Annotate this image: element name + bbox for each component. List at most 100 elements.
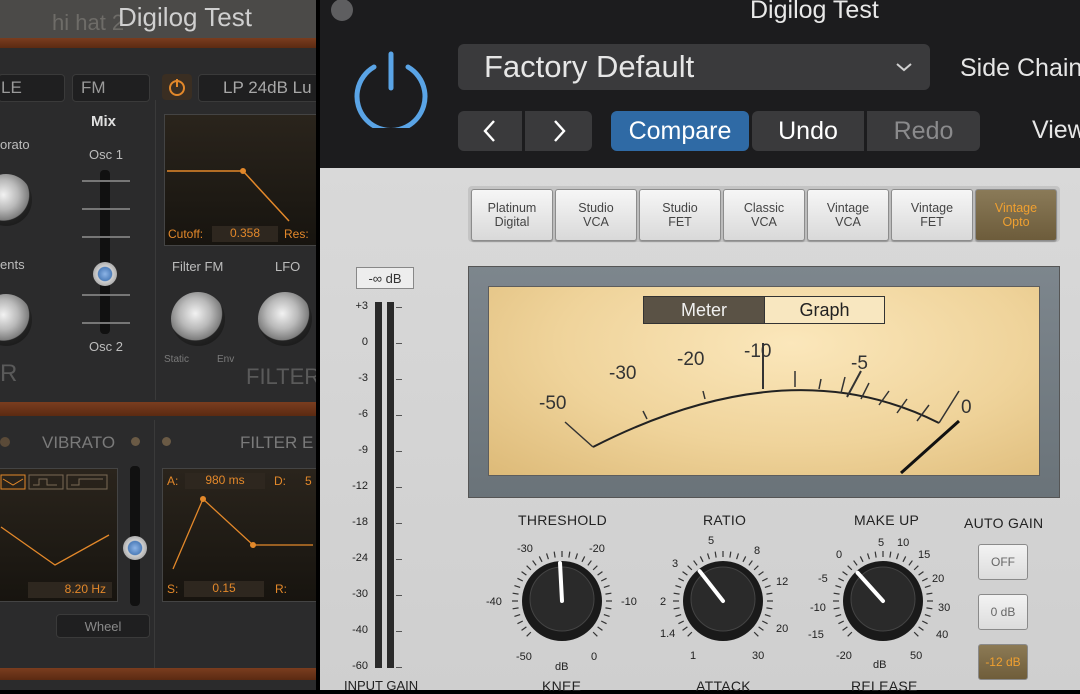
vibrato-rate-value[interactable]: 8.20 Hz	[28, 582, 112, 598]
auto-gain-off-button[interactable]: OFF	[978, 544, 1028, 580]
model-button[interactable]: Classic VCA	[723, 189, 805, 241]
mix-label: Mix	[91, 113, 117, 130]
next-preset-button[interactable]	[525, 111, 592, 151]
knob-scale-label: 50	[910, 650, 923, 662]
knob-scale-label: -50	[516, 651, 532, 663]
threshold-knob-tick	[514, 614, 521, 618]
threshold-knob-tick	[605, 607, 612, 610]
input-meter-tick	[396, 379, 402, 380]
model-button[interactable]: Vintage VCA	[807, 189, 889, 241]
knob-scale-label: 40	[936, 629, 949, 641]
tab-fm[interactable]: FM	[72, 74, 150, 102]
ratio-knob-tick	[682, 571, 688, 576]
ratio-knob-tick	[673, 592, 680, 595]
preset-menu[interactable]: Factory Default	[458, 44, 930, 90]
side-chain-menu[interactable]: Side Chain	[960, 54, 1080, 83]
ratio-knob-tick	[693, 560, 698, 566]
model-button[interactable]: Studio FET	[639, 189, 721, 241]
threshold-knob-tick	[545, 553, 549, 560]
attack-value[interactable]: 980 ms	[185, 473, 265, 489]
auto-gain-0db-button[interactable]: 0 dB	[978, 594, 1028, 630]
ratio-knob-tick	[678, 620, 685, 625]
filter-env-led[interactable]	[162, 437, 171, 446]
tab-le[interactable]: LE	[0, 74, 65, 102]
env-label: Env	[217, 354, 235, 365]
knob-scale-label: 1.4	[660, 628, 676, 640]
knob-scale-label: -10	[810, 602, 826, 614]
input-meter-tick	[396, 307, 402, 308]
power-icon	[354, 51, 428, 133]
knob-scale-label: 10	[897, 537, 910, 549]
filter-mode-select[interactable]: LP 24dB Lu	[198, 74, 316, 102]
model-name-line2: Opto	[1002, 215, 1030, 229]
input-meter-scale-label: 0	[361, 336, 368, 348]
window-close-button[interactable]	[331, 0, 353, 21]
previous-preset-button[interactable]	[458, 111, 522, 151]
divider	[154, 420, 155, 670]
make-up-knob-tick	[896, 553, 900, 560]
input-meter-tick	[396, 343, 402, 344]
auto-gain-minus12db-button[interactable]: -12 dB	[978, 644, 1028, 680]
compare-button[interactable]: Compare	[611, 111, 749, 151]
ratio-knob-tick	[761, 577, 768, 582]
ratio-knob-tick	[736, 553, 740, 560]
decay-value[interactable]: 5	[305, 474, 312, 488]
vibrato-led[interactable]	[0, 437, 10, 447]
make-up-knob-tick	[842, 571, 848, 576]
filter-power-button[interactable]	[162, 74, 192, 100]
model-button[interactable]: Platinum Digital	[471, 189, 553, 241]
threshold-knob-pointer[interactable]	[558, 561, 564, 603]
make-up-knob-tick	[835, 614, 842, 618]
redo-button[interactable]: Redo	[867, 111, 980, 151]
sustain-value[interactable]: 0.15	[184, 581, 264, 597]
make-up-knob-tick	[924, 584, 931, 588]
threshold-knob-tick	[512, 592, 519, 595]
threshold-knob-tick	[538, 556, 543, 563]
model-name-line1: Vintage	[910, 201, 954, 215]
model-button[interactable]: Studio VCA	[555, 189, 637, 241]
ratio-knob-tick	[766, 607, 773, 610]
synth-window-title: Digilog Test	[118, 2, 252, 32]
threshold-knob-tick	[600, 577, 607, 582]
vibrato-header-led[interactable]	[131, 437, 140, 446]
filter-fm-knob[interactable]	[171, 292, 225, 346]
mix-osc2-label: Osc 2	[89, 339, 123, 354]
wood-trim-middle	[0, 402, 316, 416]
threshold-knob-tick	[568, 551, 571, 558]
undo-button[interactable]: Undo	[752, 111, 864, 151]
cutoff-value[interactable]: 0.358	[212, 226, 278, 242]
knob-scale-label: -20	[589, 543, 605, 555]
wheel-button[interactable]: Wheel	[56, 614, 150, 638]
chevron-left-icon	[483, 120, 495, 142]
mix-tick	[82, 322, 130, 324]
knob-scale-label: 1	[690, 650, 697, 662]
model-button[interactable]: Vintage Opto	[975, 189, 1057, 241]
mix-slider-track[interactable]	[100, 170, 110, 334]
knob-dials	[512, 551, 933, 641]
chevron-down-icon	[896, 63, 912, 72]
bypass-button[interactable]	[352, 50, 430, 133]
model-name-line2: VCA	[835, 215, 861, 229]
view-menu[interactable]: View	[1032, 116, 1080, 145]
lfo-knob[interactable]	[258, 292, 312, 346]
threshold-knob-tick	[587, 560, 592, 566]
ratio-knob-tick	[729, 551, 732, 558]
model-button[interactable]: Vintage FET	[891, 189, 973, 241]
make-up-knob-tick	[921, 577, 928, 582]
ratio-knob-tick	[742, 556, 747, 563]
ratio-knob-tick	[682, 626, 688, 631]
model-name-line1: Vintage	[994, 201, 1038, 215]
input-meter-scale-label: -6	[358, 408, 368, 420]
res-label: Res:	[284, 227, 309, 241]
compressor-window: Digilog Test Factory Default Side Chain …	[320, 0, 1080, 694]
attack-label: A:	[167, 474, 179, 488]
make-up-knob-tick	[859, 556, 864, 563]
attack-label: ATTACK	[696, 678, 751, 694]
lfo-label: LFO	[275, 259, 301, 274]
make-up-knob-tick	[833, 607, 840, 610]
mix-slider-handle[interactable]	[93, 262, 117, 286]
ratio-knob-tick	[753, 565, 759, 571]
threshold-knob-tick	[575, 553, 579, 560]
vibrato-slider-handle[interactable]	[123, 536, 147, 560]
filter-section-label: FILTER	[246, 364, 316, 389]
